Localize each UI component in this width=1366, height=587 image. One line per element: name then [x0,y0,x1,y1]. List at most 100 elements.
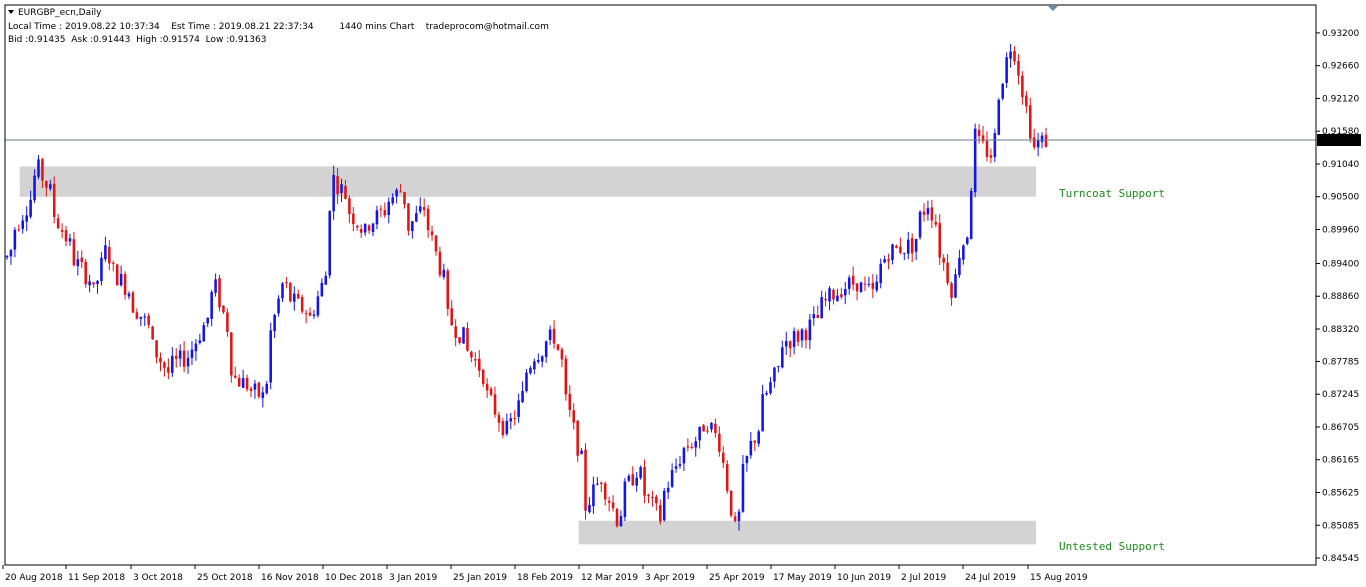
x-tick-label: 3 Jan 2019 [389,573,437,583]
candle-body [859,282,863,293]
candle-body [942,257,945,263]
candle-body [584,449,587,511]
candle-body [151,326,154,340]
candle-body [167,367,170,373]
candle-body [540,356,544,362]
candle-body [84,261,87,285]
candle-body [588,504,591,513]
chart-background [0,0,1366,587]
candle-body [851,275,855,285]
candle-body [33,175,36,201]
candle-body [966,237,969,244]
candle-body [458,337,461,343]
candle-body [651,496,654,498]
candle-body [615,509,619,527]
candle-body [285,282,288,284]
candle-body [218,278,221,308]
candle-body [627,475,631,481]
candle-body [119,273,123,286]
candle-body [115,264,119,286]
x-tick-label: 25 Apr 2019 [709,573,765,583]
candle-body [111,262,115,264]
candle-body [1032,137,1036,148]
candle-body [64,230,68,242]
candle-body [796,331,800,342]
candle-body [568,394,572,410]
candle-body [517,400,520,417]
candle-body [674,466,678,469]
candle-body [572,410,576,423]
y-tick-label: 0.90500 [1322,193,1359,203]
candle-body [993,133,997,158]
y-tick-label: 0.86705 [1322,423,1359,433]
candle-body [293,293,296,302]
candle-body [682,447,686,464]
candle-body [49,184,52,189]
candle-body [72,239,76,266]
candle-body [883,259,886,263]
candle-body [867,283,871,285]
y-tick-label: 0.89960 [1322,225,1359,235]
candle-body [745,456,749,464]
candle-body [210,292,213,319]
candle-body [470,351,473,358]
candle-body [777,366,780,368]
candle-body [958,257,961,276]
candle-body [694,441,698,448]
candle-body [946,262,949,284]
candle-body [879,263,882,283]
candle-body [296,293,300,299]
candle-body [13,229,17,250]
candle-body [926,208,930,215]
candle-body [5,256,9,258]
candle-body [989,155,993,158]
candle-body [969,190,973,239]
candle-body [887,259,890,262]
candle-body [60,229,64,232]
candle-body [399,191,402,193]
candle-body [784,340,788,347]
candle-body [194,343,198,352]
candle-body [836,295,839,302]
candle-body [910,238,914,254]
candle-body [914,238,918,252]
candle-body [792,331,796,347]
candle-body [489,388,493,395]
candle-body [245,377,249,390]
candle-body [41,159,44,181]
turncoat-support-zone [19,166,1037,197]
candle-body [88,281,91,286]
candle-body [537,360,540,362]
candle-body [749,440,753,456]
candle-body [442,269,446,278]
candle-body [607,500,611,503]
candle-body [438,251,442,276]
candle-body [1021,75,1024,98]
candle-body [92,282,95,285]
x-tick-label: 18 Feb 2019 [517,573,573,583]
candle-body [954,274,957,298]
candle-body [163,362,166,368]
candle-body [513,417,516,419]
candle-body [21,220,25,229]
candle-body [135,312,139,319]
candle-body [765,393,768,395]
x-tick-label: 3 Oct 2018 [133,573,183,583]
candle-body [718,433,721,452]
candle-body [1005,57,1008,83]
candle-body [363,223,367,233]
candle-body [226,312,229,332]
candle-body [340,184,343,193]
candle-body [466,328,469,351]
price-chart[interactable]: 0.932000.926600.921200.915800.910400.905… [0,0,1366,587]
candle-body [548,329,552,341]
candle-body [403,191,406,205]
candle-body [686,446,690,448]
untested-support-zone [578,520,1037,545]
y-tick-label: 0.85625 [1322,488,1359,498]
candle-body [611,502,615,509]
candle-body [371,223,375,233]
candle-body [533,361,536,370]
candle-body [1009,51,1012,59]
turncoat-support-label: Turncoat Support [1059,187,1165,200]
